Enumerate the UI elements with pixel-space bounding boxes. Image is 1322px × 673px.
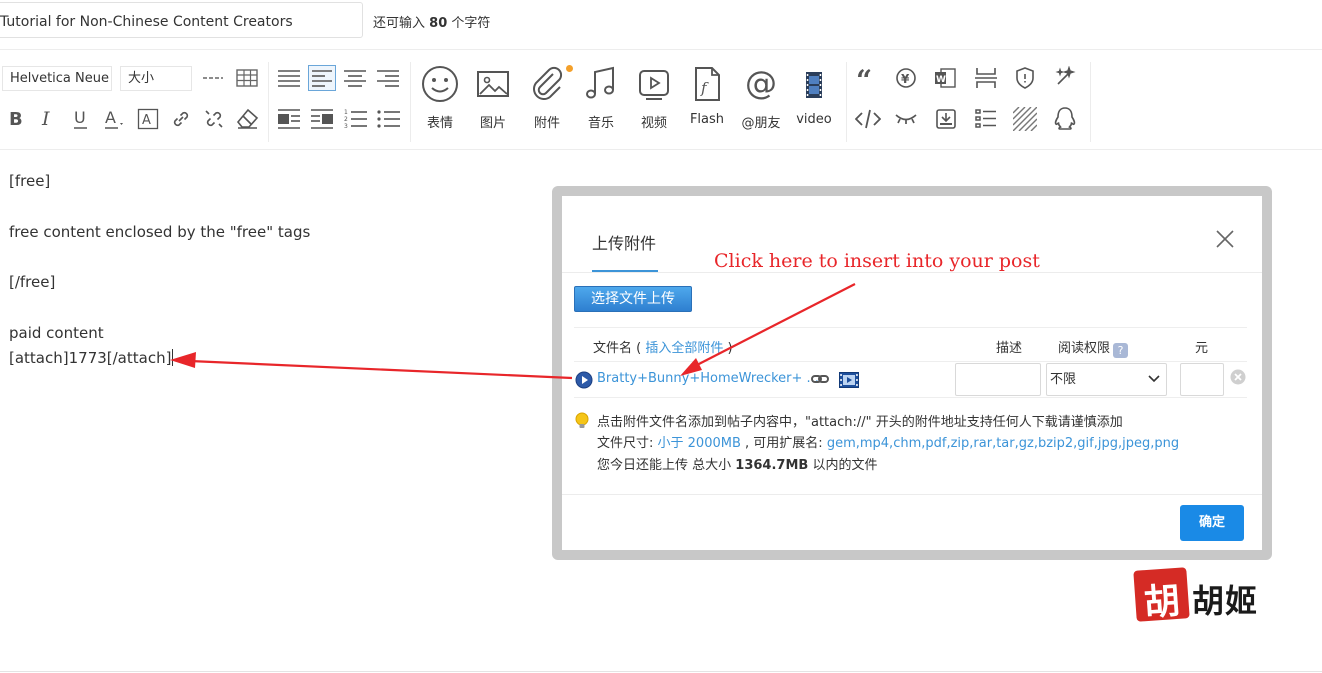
divider [0, 671, 1322, 672]
annotation-arrows [170, 283, 856, 380]
watermark-seal: 胡 [1133, 567, 1190, 624]
arrow-to-file-name [680, 283, 856, 376]
arrow-to-attach-tag [170, 352, 573, 380]
watermark-name: 胡姬 [1192, 582, 1259, 620]
